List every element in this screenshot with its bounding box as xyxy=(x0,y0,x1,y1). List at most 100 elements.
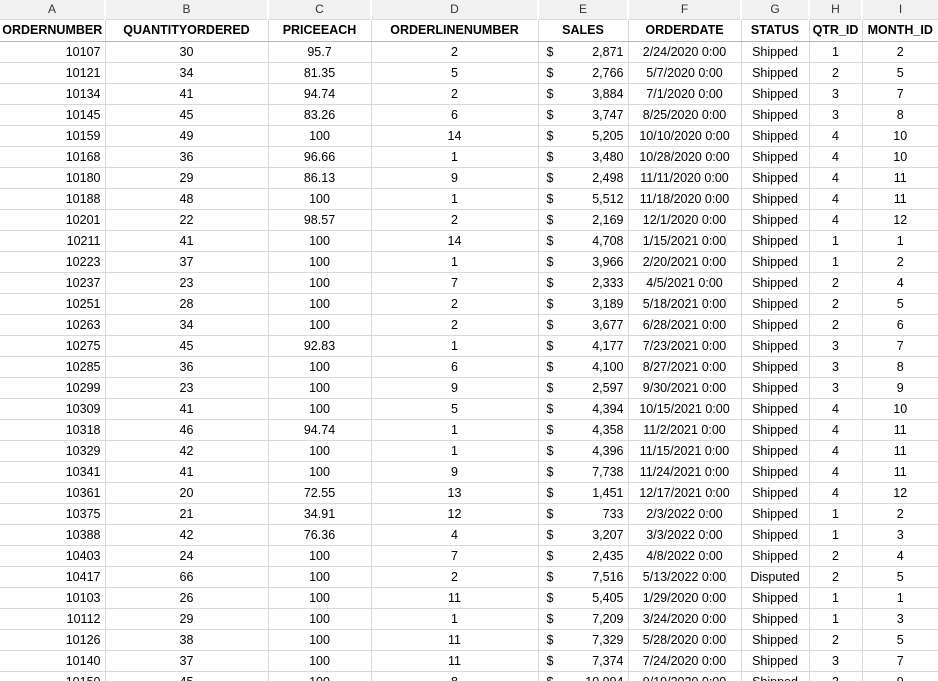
cell-monthid[interactable]: 7 xyxy=(862,650,938,672)
cell-quantityordered[interactable]: 36 xyxy=(105,146,269,168)
cell-status[interactable]: Shipped xyxy=(741,335,810,357)
cell-status[interactable]: Shipped xyxy=(741,608,810,630)
cell-sales[interactable]: $4,100 xyxy=(538,356,629,378)
cell-ordernumber[interactable]: 10140 xyxy=(0,650,106,672)
cell-priceeach[interactable]: 100 xyxy=(268,251,372,273)
cell-ordernumber[interactable]: 10237 xyxy=(0,272,106,294)
cell-sales[interactable]: $2,597 xyxy=(538,377,629,399)
cell-orderdate[interactable]: 10/28/2020 0:00 xyxy=(628,146,742,168)
cell-qtrid[interactable]: 3 xyxy=(809,377,863,399)
column-header-a[interactable]: A xyxy=(0,0,106,20)
cell-status[interactable]: Shipped xyxy=(741,587,810,609)
cell-ordernumber[interactable]: 10121 xyxy=(0,62,106,84)
cell-quantityordered[interactable]: 22 xyxy=(105,209,269,231)
cell-ordernumber[interactable]: 10329 xyxy=(0,440,106,462)
cell-qtrid[interactable]: 1 xyxy=(809,587,863,609)
cell-sales[interactable]: $2,169 xyxy=(538,209,629,231)
cell-priceeach[interactable]: 100 xyxy=(268,125,372,147)
cell-orderlinenumber[interactable]: 12 xyxy=(371,503,539,525)
cell-orderdate[interactable]: 1/15/2021 0:00 xyxy=(628,230,742,252)
cell-priceeach[interactable]: 72.55 xyxy=(268,482,372,504)
cell-sales[interactable]: $3,966 xyxy=(538,251,629,273)
cell-sales[interactable]: $3,677 xyxy=(538,314,629,336)
cell-status[interactable]: Shipped xyxy=(741,440,810,462)
cell-ordernumber[interactable]: 10388 xyxy=(0,524,106,546)
cell-monthid[interactable]: 12 xyxy=(862,482,938,504)
cell-ordernumber[interactable]: 10403 xyxy=(0,545,106,567)
cell-quantityordered[interactable]: 23 xyxy=(105,377,269,399)
cell-orderdate[interactable]: 2/20/2021 0:00 xyxy=(628,251,742,273)
cell-ordernumber[interactable]: 10299 xyxy=(0,377,106,399)
cell-sales[interactable]: $7,738 xyxy=(538,461,629,483)
column-header-f[interactable]: F xyxy=(628,0,742,20)
column-header-e[interactable]: E xyxy=(538,0,629,20)
cell-monthid[interactable]: 10 xyxy=(862,398,938,420)
cell-orderlinenumber[interactable]: 1 xyxy=(371,440,539,462)
cell-orderdate[interactable]: 11/2/2021 0:00 xyxy=(628,419,742,441)
cell-orderdate[interactable]: 12/17/2021 0:00 xyxy=(628,482,742,504)
cell-orderdate[interactable]: 6/28/2021 0:00 xyxy=(628,314,742,336)
cell-sales[interactable]: $2,766 xyxy=(538,62,629,84)
cell-quantityordered[interactable]: 42 xyxy=(105,440,269,462)
cell-priceeach[interactable]: 100 xyxy=(268,314,372,336)
cell-priceeach[interactable]: 100 xyxy=(268,398,372,420)
cell-monthid[interactable]: 4 xyxy=(862,272,938,294)
cell-monthid[interactable]: 8 xyxy=(862,104,938,126)
cell-sales[interactable]: $2,435 xyxy=(538,545,629,567)
cell-ordernumber[interactable]: 10285 xyxy=(0,356,106,378)
cell-qtrid[interactable]: 2 xyxy=(809,314,863,336)
cell-quantityordered[interactable]: 66 xyxy=(105,566,269,588)
cell-orderlinenumber[interactable]: 11 xyxy=(371,587,539,609)
field-header-orderlinenumber[interactable]: ORDERLINENUMBER xyxy=(371,19,539,42)
cell-qtrid[interactable]: 2 xyxy=(809,545,863,567)
cell-ordernumber[interactable]: 10223 xyxy=(0,251,106,273)
cell-status[interactable]: Shipped xyxy=(741,251,810,273)
cell-orderlinenumber[interactable]: 11 xyxy=(371,650,539,672)
cell-monthid[interactable]: 9 xyxy=(862,671,938,681)
cell-orderdate[interactable]: 9/30/2021 0:00 xyxy=(628,377,742,399)
cell-orderlinenumber[interactable]: 9 xyxy=(371,377,539,399)
cell-status[interactable]: Shipped xyxy=(741,482,810,504)
cell-priceeach[interactable]: 34.91 xyxy=(268,503,372,525)
cell-priceeach[interactable]: 100 xyxy=(268,440,372,462)
cell-orderlinenumber[interactable]: 2 xyxy=(371,293,539,315)
cell-qtrid[interactable]: 4 xyxy=(809,125,863,147)
cell-monthid[interactable]: 7 xyxy=(862,335,938,357)
cell-orderlinenumber[interactable]: 1 xyxy=(371,335,539,357)
cell-orderlinenumber[interactable]: 9 xyxy=(371,461,539,483)
cell-status[interactable]: Shipped xyxy=(741,356,810,378)
cell-ordernumber[interactable]: 10318 xyxy=(0,419,106,441)
cell-orderlinenumber[interactable]: 2 xyxy=(371,83,539,105)
cell-qtrid[interactable]: 2 xyxy=(809,62,863,84)
cell-quantityordered[interactable]: 26 xyxy=(105,587,269,609)
cell-priceeach[interactable]: 100 xyxy=(268,671,372,681)
cell-orderdate[interactable]: 5/7/2020 0:00 xyxy=(628,62,742,84)
cell-orderlinenumber[interactable]: 5 xyxy=(371,62,539,84)
cell-ordernumber[interactable]: 10341 xyxy=(0,461,106,483)
cell-status[interactable]: Shipped xyxy=(741,209,810,231)
cell-status[interactable]: Shipped xyxy=(741,146,810,168)
cell-orderdate[interactable]: 7/24/2020 0:00 xyxy=(628,650,742,672)
cell-orderlinenumber[interactable]: 2 xyxy=(371,41,539,63)
cell-status[interactable]: Shipped xyxy=(741,104,810,126)
cell-priceeach[interactable]: 100 xyxy=(268,608,372,630)
cell-monthid[interactable]: 8 xyxy=(862,356,938,378)
cell-ordernumber[interactable]: 10126 xyxy=(0,629,106,651)
cell-ordernumber[interactable]: 10201 xyxy=(0,209,106,231)
cell-orderdate[interactable]: 11/11/2020 0:00 xyxy=(628,167,742,189)
cell-quantityordered[interactable]: 37 xyxy=(105,650,269,672)
field-header-quantityordered[interactable]: QUANTITYORDERED xyxy=(105,19,269,42)
cell-monthid[interactable]: 11 xyxy=(862,440,938,462)
cell-quantityordered[interactable]: 20 xyxy=(105,482,269,504)
cell-priceeach[interactable]: 100 xyxy=(268,272,372,294)
cell-quantityordered[interactable]: 30 xyxy=(105,41,269,63)
cell-ordernumber[interactable]: 10417 xyxy=(0,566,106,588)
cell-ordernumber[interactable]: 10150 xyxy=(0,671,106,681)
cell-status[interactable]: Shipped xyxy=(741,377,810,399)
cell-priceeach[interactable]: 100 xyxy=(268,650,372,672)
cell-orderdate[interactable]: 4/8/2022 0:00 xyxy=(628,545,742,567)
cell-priceeach[interactable]: 100 xyxy=(268,629,372,651)
cell-qtrid[interactable]: 3 xyxy=(809,104,863,126)
cell-ordernumber[interactable]: 10134 xyxy=(0,83,106,105)
cell-qtrid[interactable]: 4 xyxy=(809,440,863,462)
